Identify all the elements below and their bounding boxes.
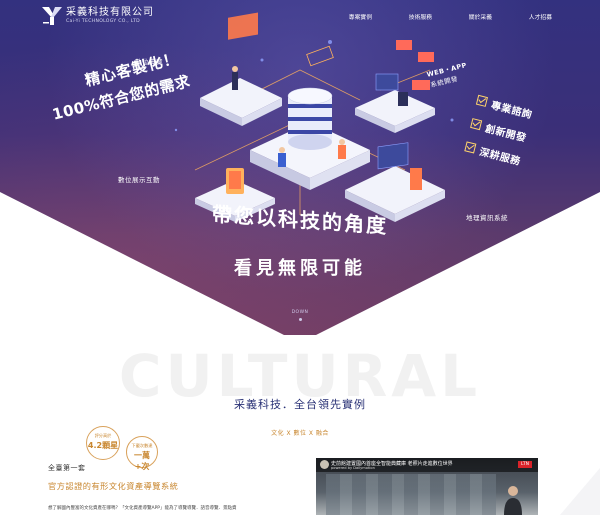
logo-mark-icon xyxy=(42,7,62,25)
feature-label-digital-display: 數位展示互動 xyxy=(118,176,160,184)
case-tag: 全臺第一套 xyxy=(48,464,86,472)
video-channel: powered by Dailymotion xyxy=(331,466,375,470)
case-title[interactable]: 官方認證的有形文化資產導覽系統 xyxy=(48,480,178,492)
brand-logo[interactable]: 采義科技有限公司 Cai-Yi TECHNOLOGY CO., LTD xyxy=(42,7,154,25)
dailymotion-avatar-icon xyxy=(320,460,329,469)
badge-value: 4.2顆星 xyxy=(87,441,119,450)
video-title-bar: 史前館建置國內首座全智能典藏庫 老照片走進數位世界 powered by Dai… xyxy=(316,458,538,472)
nav-item-services[interactable]: 技術服務 xyxy=(372,12,432,21)
nav-item-about[interactable]: 關於采義 xyxy=(432,12,492,21)
downloads-badge: 下載次數達 一萬+次 xyxy=(126,436,158,471)
case-description: 想了解國內豐富的文化資產在哪嗎？「文化資產導覽APP」能為了導覽導覽．語音導覽．… xyxy=(48,506,237,511)
scroll-dot-icon xyxy=(298,318,302,321)
nav-item-projects[interactable]: 專案實例 xyxy=(312,12,372,21)
webapp-platform xyxy=(355,40,435,133)
badge-value: 一萬+次 xyxy=(134,451,150,471)
checkbox-icon xyxy=(475,94,489,107)
top-navbar: 采義科技有限公司 Cai-Yi TECHNOLOGY CO., LTD 專案實例… xyxy=(0,0,600,34)
section-title: 采義科技．全台領先實例 xyxy=(234,398,366,411)
main-nav: 專案實例 技術服務 關於采義 人才招募 xyxy=(312,12,552,21)
brand-name-en: Cai-Yi TECHNOLOGY CO., LTD xyxy=(66,18,140,24)
video-source-badge: LTN xyxy=(517,461,532,468)
badge-caption: 下載次數達 xyxy=(131,443,153,448)
service-label: 深耕服務 xyxy=(478,146,522,168)
rating-badge: 評分高於 4.2顆星 xyxy=(86,426,120,460)
hero-headline-2: 看見無限可能 xyxy=(234,258,366,279)
video-player[interactable]: 史前館建置國內首座全智能典藏庫 老照片走進數位世界 powered by Dai… xyxy=(316,458,538,515)
decorative-diagonal xyxy=(560,468,600,515)
video-frame-scene xyxy=(326,474,496,515)
scroll-down-indicator[interactable]: DOWN xyxy=(0,310,600,321)
badge-caption: 評分高於 xyxy=(94,433,112,438)
checkbox-icon xyxy=(464,141,477,154)
hero-banner: 采義科技有限公司 Cai-Yi TECHNOLOGY CO., LTD 專案實例… xyxy=(0,0,600,335)
checkbox-icon xyxy=(470,118,483,131)
database-stack-icon xyxy=(287,87,333,150)
video-person-figure xyxy=(504,486,522,515)
scroll-down-label: DOWN xyxy=(291,310,309,315)
nav-item-careers[interactable]: 人才招募 xyxy=(492,12,552,21)
brand-name-cn: 采義科技有限公司 xyxy=(66,6,154,18)
